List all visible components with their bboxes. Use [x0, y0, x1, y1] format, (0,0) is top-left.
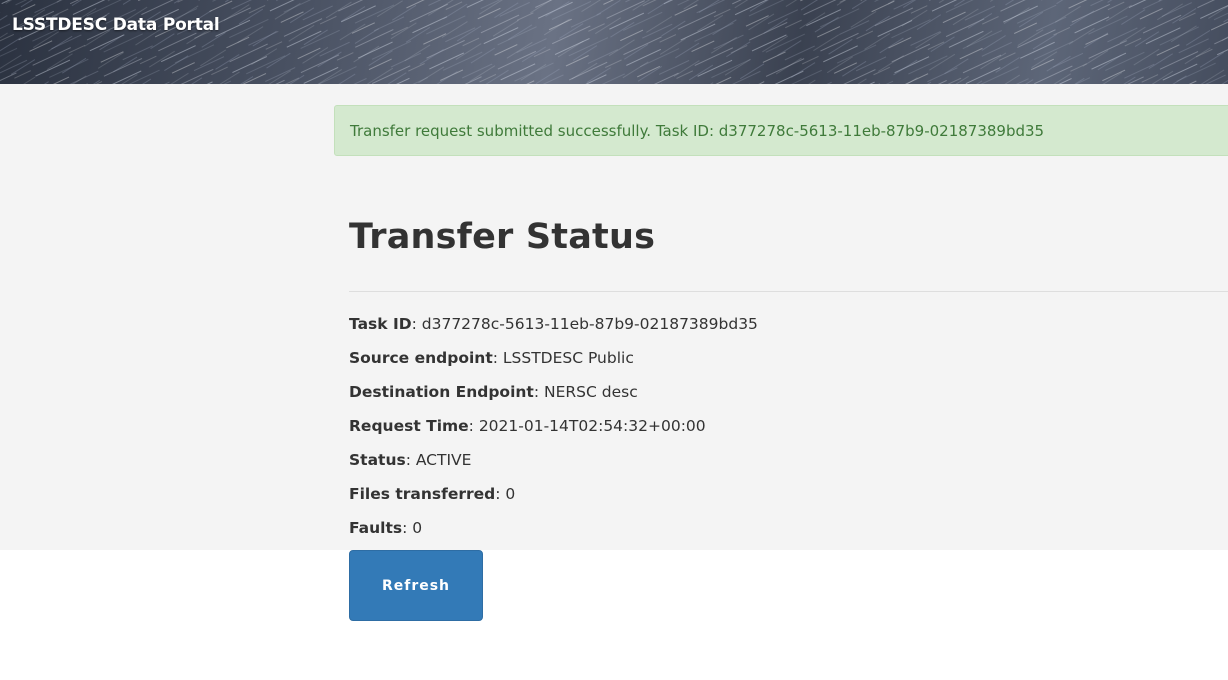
title-divider [349, 291, 1228, 292]
detail-label: Destination Endpoint [349, 383, 534, 401]
detail-files-transferred: Files transferred: 0 [349, 482, 758, 516]
detail-task-id: Task ID: d377278c-5613-11eb-87b9-0218738… [349, 312, 758, 346]
detail-value: : LSSTDESC Public [492, 349, 634, 367]
detail-label: Files transferred [349, 485, 496, 503]
site-header: LSSTDESC Data Portal [0, 0, 1228, 84]
refresh-button[interactable]: Refresh [349, 550, 483, 621]
detail-value: : 0 [495, 485, 516, 503]
star-trails-background [0, 0, 1228, 84]
detail-value: : 0 [402, 519, 423, 537]
detail-value: : d377278c-5613-11eb-87b9-02187389bd35 [411, 315, 758, 333]
detail-status: Status: ACTIVE [349, 448, 758, 482]
main-content: Transfer request submitted successfully.… [0, 84, 1228, 550]
detail-destination-endpoint: Destination Endpoint: NERSC desc [349, 380, 758, 414]
detail-source-endpoint: Source endpoint: LSSTDESC Public [349, 346, 758, 380]
detail-label: Source endpoint [349, 349, 493, 367]
detail-label: Task ID [349, 315, 412, 333]
detail-value: : ACTIVE [405, 451, 472, 469]
detail-value: : 2021-01-14T02:54:32+00:00 [468, 417, 706, 435]
success-alert: Transfer request submitted successfully.… [334, 105, 1228, 156]
site-brand[interactable]: LSSTDESC Data Portal [12, 15, 220, 35]
detail-faults: Faults: 0 [349, 516, 758, 550]
detail-value: : NERSC desc [533, 383, 638, 401]
detail-label: Request Time [349, 417, 469, 435]
detail-request-time: Request Time: 2021-01-14T02:54:32+00:00 [349, 414, 758, 448]
detail-label: Faults [349, 519, 403, 537]
detail-label: Status [349, 451, 406, 469]
transfer-details: Task ID: d377278c-5613-11eb-87b9-0218738… [349, 312, 758, 550]
page-title: Transfer Status [349, 217, 656, 257]
